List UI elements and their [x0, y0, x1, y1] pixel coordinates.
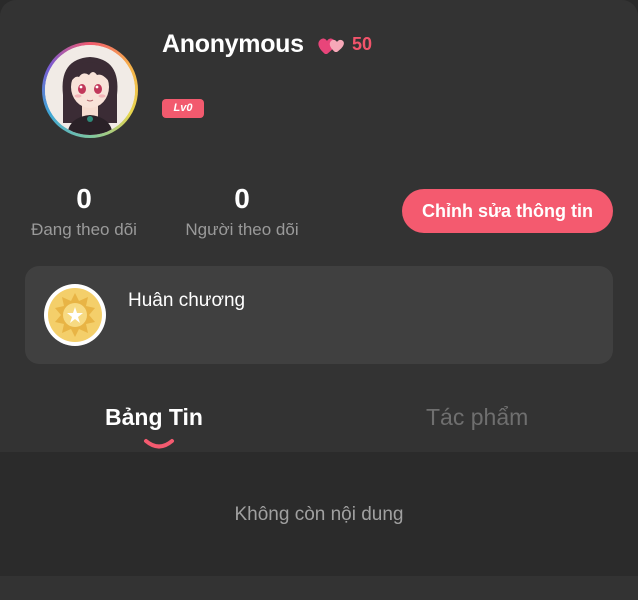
following-count: 0 [76, 183, 92, 214]
heart-count: 50 [352, 34, 373, 54]
bottom-strip [0, 576, 638, 600]
followers-stat[interactable]: 0 Người theo dõi [176, 182, 308, 240]
empty-state-text: Không còn nội dung [234, 504, 404, 525]
feed-content: Không còn nội dung [0, 452, 638, 576]
profile-panel: Anonymous 50 Lv0 0 Đang theo dõi 0 Người… [0, 0, 638, 600]
following-label: Đang theo dõi [31, 220, 137, 239]
active-tab-indicator [144, 439, 174, 449]
tab-feed[interactable]: Bảng Tin [105, 404, 203, 431]
avatar-illustration [45, 45, 135, 135]
following-stat[interactable]: 0 Đang theo dõi [22, 182, 146, 240]
double-heart-icon [318, 38, 344, 54]
tab-works[interactable]: Tác phẩm [426, 404, 528, 431]
medal-icon [44, 284, 106, 346]
medal-title: Huân chương [128, 290, 246, 311]
edit-profile-button[interactable]: Chỉnh sửa thông tin [402, 189, 613, 233]
medal-card[interactable]: Huân chương [25, 266, 613, 364]
avatar[interactable] [42, 42, 138, 138]
followers-label: Người theo dõi [185, 220, 299, 239]
username: Anonymous [162, 30, 304, 58]
level-badge: Lv0 [162, 99, 204, 118]
followers-count: 0 [234, 183, 250, 214]
